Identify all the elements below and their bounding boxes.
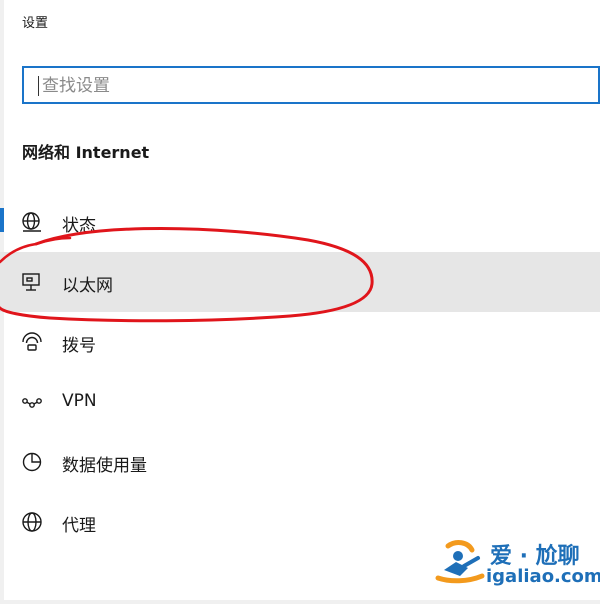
search-box[interactable] <box>22 66 600 104</box>
globe-proxy-icon <box>20 510 44 534</box>
vpn-icon <box>20 390 44 414</box>
globe-status-icon <box>20 210 44 234</box>
data-usage-icon <box>20 450 44 474</box>
sidebar-item-label: 拨号 <box>62 336 96 356</box>
dial-up-icon <box>20 330 44 354</box>
ethernet-icon <box>20 270 44 294</box>
watermark-logo-icon <box>434 536 494 592</box>
sidebar-item-dial-up[interactable]: 拨号 <box>0 312 600 372</box>
sidebar-item-status[interactable]: 状态 <box>0 192 600 252</box>
watermark-url: igaliao.com <box>486 566 600 587</box>
sidebar-item-data-usage[interactable]: 数据使用量 <box>0 432 600 492</box>
window-title: 设置 <box>22 16 49 31</box>
sidebar-item-label: 状态 <box>62 216 96 236</box>
sidebar-item-label: 数据使用量 <box>62 456 147 476</box>
sidebar-item-label: 代理 <box>62 516 96 536</box>
search-input[interactable] <box>40 68 584 104</box>
sidebar-item-label: VPN <box>62 391 97 411</box>
sidebar-item-vpn[interactable]: VPN <box>0 372 600 432</box>
sidebar-item-label: 以太网 <box>62 276 113 296</box>
text-caret <box>38 76 39 96</box>
sidebar-item-ethernet[interactable]: 以太网 <box>0 252 600 312</box>
watermark: 爱 · 尬聊 igaliao.com <box>434 536 600 592</box>
window-bottom-border <box>0 600 600 604</box>
selection-indicator <box>0 208 4 232</box>
page-title: 网络和 Internet <box>22 143 150 162</box>
